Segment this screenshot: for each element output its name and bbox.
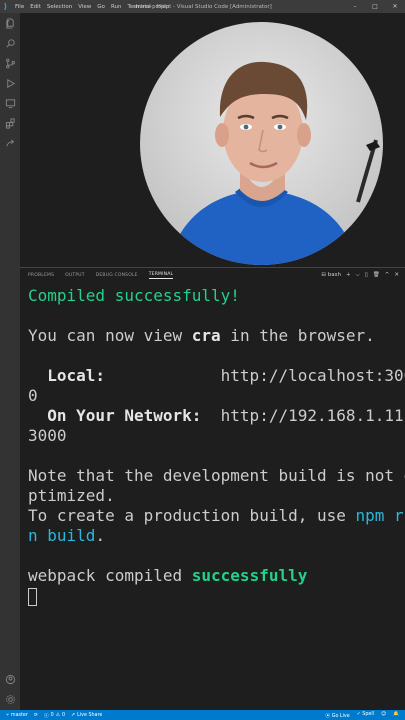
local-url[interactable]: http://localhost:300 [221,366,405,385]
extensions-icon[interactable] [3,116,17,130]
go-live-button[interactable]: ⦿ Go Live [325,712,349,719]
note-line-2: ptimized. [28,486,115,505]
terminal-line: Note that the development build is not o [28,466,405,486]
menu-file[interactable]: File [15,4,24,10]
maximize-panel-icon[interactable]: ^ [385,272,390,278]
title-bar: ⟩ File Edit Selection View Go Run Termin… [0,0,405,13]
branch-icon: ⑂ [6,713,9,718]
branch-name: master [10,712,28,718]
maximize-button[interactable]: □ [365,0,385,13]
vscode-window: ⟩ File Edit Selection View Go Run Termin… [0,0,405,720]
terminal-line: Local: http://localhost:300 [28,366,405,386]
terminal-line: n build. [28,526,400,546]
note-line-1: Note that the development build is not o [28,466,405,485]
status-bar: ⑂ master ⟳ ⓧ 0 ⚠ 0 ⇗ Live Share ⦿ Go Liv… [0,710,405,720]
network-url-wrap[interactable]: 3000 [28,426,67,445]
terminal-line: ptimized. [28,486,400,506]
view-prefix: You can now view [28,326,192,345]
create-prefix: To create a production build, use [28,506,356,525]
status-sync[interactable]: ⟳ [34,713,38,718]
activity-bar [0,13,20,710]
error-icon: ⓧ [43,713,49,719]
warning-count: 0 [62,712,66,718]
sync-icon: ⟳ [33,712,38,718]
menu-help[interactable]: Help [157,4,170,10]
terminal-line: To create a production build, use npm ru [28,506,405,526]
feedback-icon[interactable]: ☺ [381,712,386,719]
terminal-selector[interactable]: ⊟ bash [321,272,341,278]
menu-run[interactable]: Run [111,4,122,10]
vscode-logo-icon: ⟩ [3,2,8,11]
remote-explorer-icon[interactable] [3,96,17,110]
live-share-icon[interactable] [3,136,17,150]
terminal-line: webpack compiled successfully [28,566,400,586]
terminal-line: 0 [28,386,400,406]
presenter-portrait [140,22,383,265]
minimize-button[interactable]: – [345,0,365,13]
spell-button[interactable]: ✓ Spell [357,712,374,719]
account-icon[interactable] [3,672,17,686]
network-label: On Your Network: [28,406,202,425]
close-panel-icon[interactable]: ✕ [394,272,399,278]
tab-debug-console[interactable]: DEBUG CONSOLE [96,273,138,278]
spell-label: Spell [362,711,374,717]
settings-gear-icon[interactable] [3,692,17,706]
search-icon[interactable] [3,36,17,50]
warning-icon: ⚠ [55,712,61,718]
status-right: ⦿ Go Live ✓ Spell ☺ 🔔 [325,712,399,719]
terminal-line [28,586,400,606]
editor-area [20,13,405,267]
terminal-line: 3000 [28,426,400,446]
panel-actions: ⊟ bash + ⌵ ▯ 🗑 ^ ✕ [321,268,399,282]
close-window-button[interactable]: ✕ [385,0,405,13]
menu-view[interactable]: View [78,4,91,10]
error-count: 0 [50,712,54,718]
menu-terminal[interactable]: Terminal [127,4,150,10]
menu-go[interactable]: Go [97,4,105,10]
status-problems[interactable]: ⓧ 0 ⚠ 0 [44,712,65,719]
source-control-icon[interactable] [3,56,17,70]
menu-selection[interactable]: Selection [47,4,72,10]
build-command-wrap: n build [28,526,96,545]
terminal-dropdown-icon[interactable]: ⌵ [356,272,360,279]
run-debug-icon[interactable] [3,76,17,90]
local-gap [105,366,221,385]
webpack-status: successfully [191,566,308,585]
terminal-line: You can now view cra in the browser. [28,326,400,346]
network-url[interactable]: http://192.168.1.11: [221,406,405,425]
trash-icon[interactable]: 🗑 [373,272,380,278]
create-suffix: . [95,526,106,545]
menu-bar: File Edit Selection View Go Run Terminal… [15,4,169,10]
local-url-wrap[interactable]: 0 [28,386,38,405]
local-label: Local: [28,366,106,385]
build-command: npm ru [355,506,405,525]
tab-terminal[interactable]: TERMINAL [148,272,174,279]
view-suffix: in the browser. [220,326,375,345]
explorer-icon[interactable] [3,16,17,30]
webpack-prefix: webpack compiled [28,566,192,585]
terminal-output[interactable]: Compiled successfully! You can now view … [28,286,405,606]
window-controls: – □ ✕ [345,0,405,13]
split-terminal-icon[interactable]: ▯ [365,272,368,278]
live-share-label: Live Share [77,712,103,718]
app-name: cra [191,326,221,345]
live-share-status-icon: ⇗ [71,712,76,718]
webcam-overlay [140,22,383,265]
network-gap [201,406,220,425]
go-live-label: Go Live [331,713,350,719]
terminal-cursor [28,587,37,606]
notifications-icon[interactable]: 🔔 [393,712,399,719]
terminal-line: Compiled successfully! [28,286,400,306]
compiled-message: Compiled successfully! [28,286,240,305]
terminal-line: On Your Network: http://192.168.1.11: [28,406,405,426]
tab-problems[interactable]: PROBLEMS [28,273,54,278]
tab-output[interactable]: OUTPUT [65,273,85,278]
menu-edit[interactable]: Edit [30,4,41,10]
bottom-panel: PROBLEMS OUTPUT DEBUG CONSOLE TERMINAL ⊟… [20,267,405,711]
status-branch[interactable]: ⑂ master [6,712,28,719]
status-live-share[interactable]: ⇗ Live Share [71,713,102,718]
terminal-selector-label: bash [327,272,341,278]
new-terminal-button[interactable]: + [346,272,351,278]
